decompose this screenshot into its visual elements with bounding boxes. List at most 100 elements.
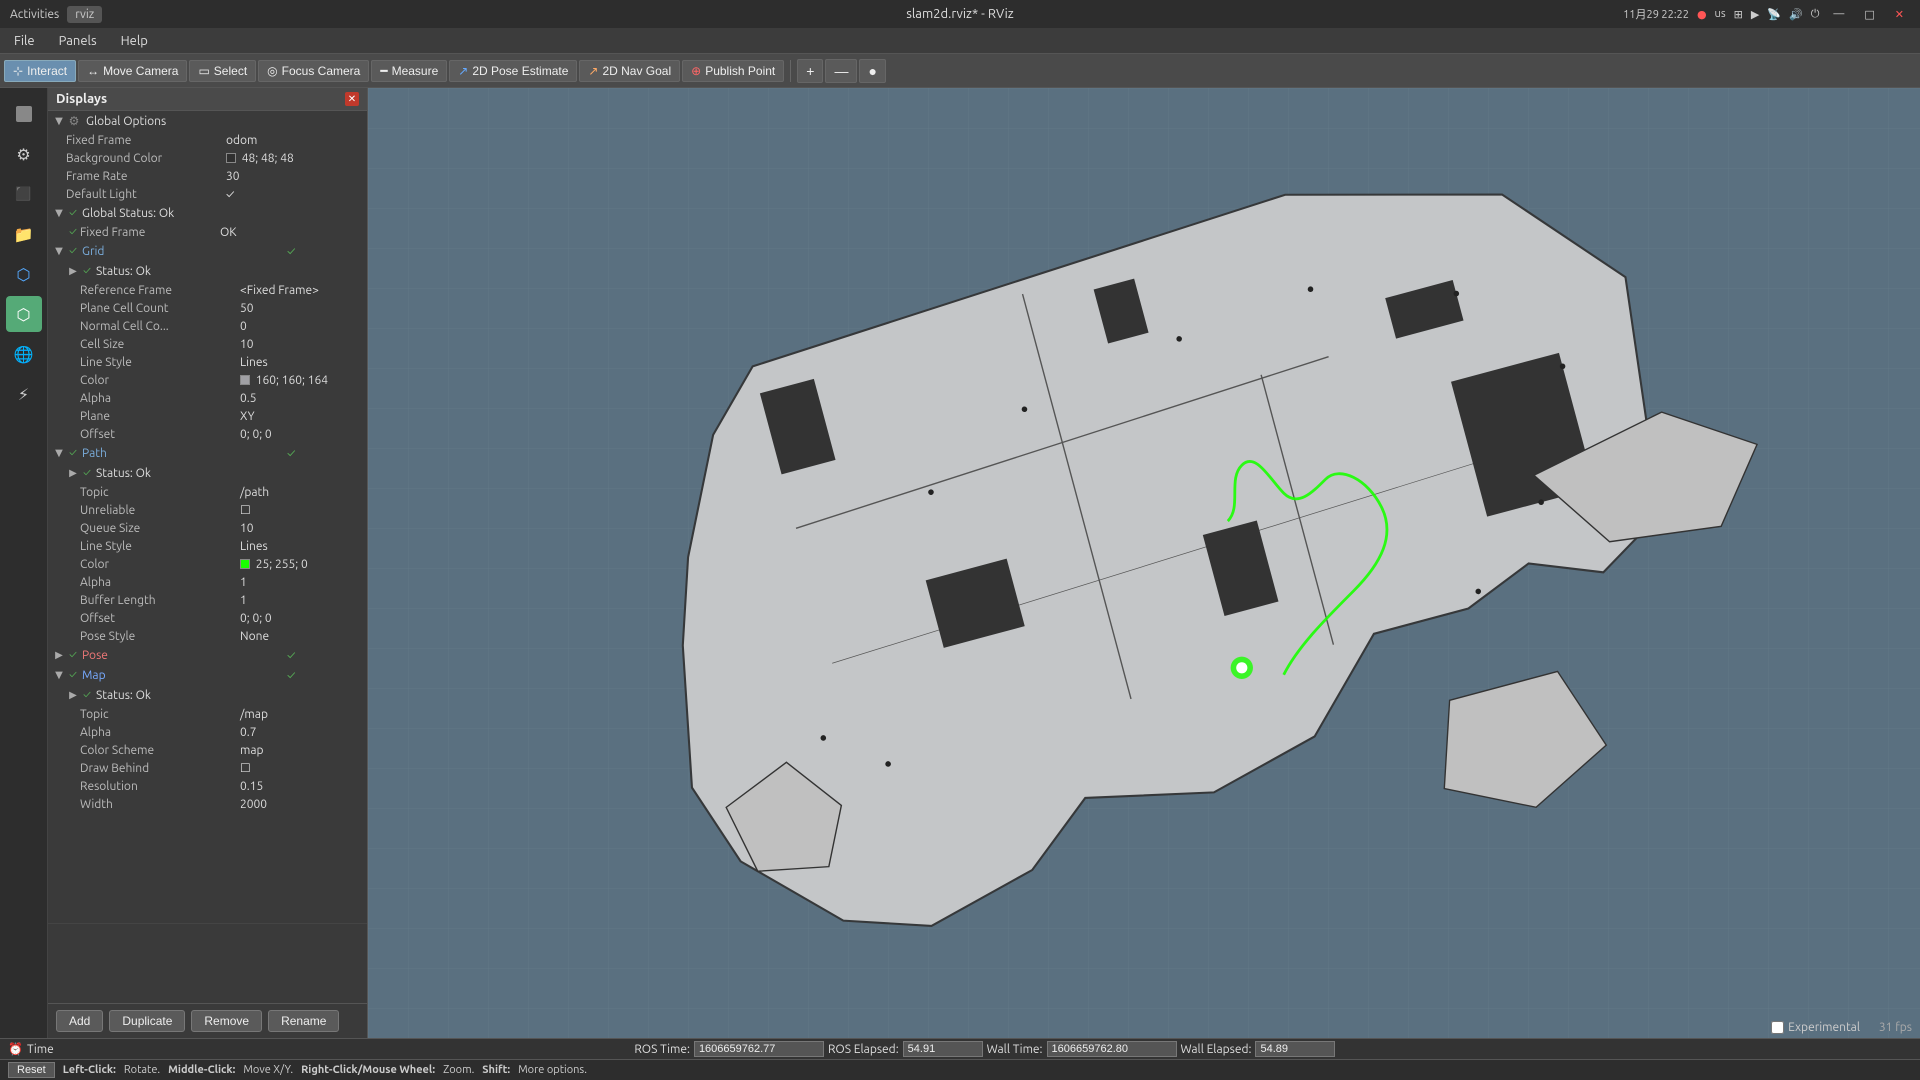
- pose-expand[interactable]: ▶: [52, 649, 66, 661]
- toolbar-publish-point[interactable]: ⊕ Publish Point: [682, 60, 784, 82]
- global-status-expand[interactable]: ▼: [52, 207, 66, 219]
- path-queue-value[interactable]: 10: [240, 522, 367, 535]
- minimize-btn[interactable]: —: [1827, 8, 1850, 20]
- activities-label[interactable]: Activities: [10, 8, 59, 21]
- plane-cell-value[interactable]: 50: [240, 302, 367, 315]
- toolbar-toggle[interactable]: ●: [859, 59, 885, 83]
- frame-rate-value[interactable]: 30: [226, 170, 367, 183]
- bg-color-value[interactable]: 48; 48; 48: [226, 152, 367, 165]
- path-alpha-value[interactable]: 1: [240, 576, 367, 589]
- global-options-row[interactable]: ▼ ⚙ Global Options: [48, 111, 367, 131]
- sidebar-usb[interactable]: ⚡: [6, 376, 42, 412]
- toolbar-focus-camera[interactable]: ◎ Focus Camera: [258, 60, 369, 82]
- menu-help[interactable]: Help: [115, 32, 154, 50]
- sidebar-vscode[interactable]: ⬡: [6, 256, 42, 292]
- grid-color-value[interactable]: 160; 160; 164: [240, 374, 367, 387]
- displays-empty-area: [48, 923, 367, 1003]
- toolbar-2d-pose[interactable]: ↗ 2D Pose Estimate: [449, 60, 577, 82]
- grid-plane-value[interactable]: XY: [240, 410, 367, 423]
- fps-display: 31 fps: [1879, 1021, 1912, 1034]
- ros-elapsed-input[interactable]: [903, 1041, 983, 1057]
- path-unreliable-value[interactable]: ☐: [240, 503, 367, 517]
- map-status-row[interactable]: ▶ ✓ Status: Ok: [48, 685, 367, 705]
- experimental-option[interactable]: Experimental: [1771, 1021, 1860, 1034]
- grid-status-row[interactable]: ▶ ✓ Status: Ok: [48, 261, 367, 281]
- path-buffer-value[interactable]: 1: [240, 594, 367, 607]
- add-button[interactable]: Add: [56, 1010, 103, 1032]
- map-alpha-value[interactable]: 0.7: [240, 726, 367, 739]
- toolbar-add-view[interactable]: +: [797, 59, 823, 83]
- map-expand[interactable]: ▼: [52, 669, 66, 681]
- path-status-expand[interactable]: ▶: [66, 467, 80, 479]
- publish-point-icon: ⊕: [691, 64, 701, 78]
- remove-button[interactable]: Remove: [191, 1010, 262, 1032]
- toolbar-nav-goal[interactable]: ↗ 2D Nav Goal: [579, 60, 680, 82]
- focus-camera-label: Focus Camera: [282, 64, 361, 78]
- wall-time-input[interactable]: [1047, 1041, 1177, 1057]
- toolbar-remove-view[interactable]: —: [825, 59, 857, 83]
- sidebar-gazebo[interactable]: 🌐: [6, 336, 42, 372]
- path-pose-style-value[interactable]: None: [240, 630, 367, 643]
- fixed-frame-value[interactable]: odom: [226, 134, 367, 147]
- grid-value: ✓: [287, 245, 367, 258]
- map-color-scheme-value[interactable]: map: [240, 744, 367, 757]
- path-row[interactable]: ▼ ✓ Path ✓: [48, 443, 367, 463]
- toolbar-measure[interactable]: ━ Measure: [371, 60, 447, 82]
- pose-row[interactable]: ▶ ✓ Pose ✓: [48, 645, 367, 665]
- rviz-indicator[interactable]: rviz: [67, 6, 102, 23]
- 3d-view[interactable]: 31 fps Experimental: [368, 88, 1920, 1038]
- menu-file[interactable]: File: [8, 32, 41, 50]
- menu-panels[interactable]: Panels: [53, 32, 103, 50]
- path-expand[interactable]: ▼: [52, 447, 66, 459]
- grid-row[interactable]: ▼ ✓ Grid ✓: [48, 241, 367, 261]
- experimental-checkbox[interactable]: [1771, 1021, 1784, 1034]
- grid-offset-value[interactable]: 0; 0; 0: [240, 428, 367, 441]
- grid-line-style-value[interactable]: Lines: [240, 356, 367, 369]
- path-color-value[interactable]: 25; 255; 0: [240, 558, 367, 571]
- path-queue-row: Queue Size 10: [48, 519, 367, 537]
- grid-alpha-label: Alpha: [80, 392, 240, 405]
- reset-button[interactable]: Reset: [8, 1062, 55, 1078]
- time-bar: ⏰ Time ROS Time: ROS Elapsed: Wall Time:…: [0, 1039, 1920, 1060]
- path-topic-value[interactable]: /path: [240, 486, 367, 499]
- toolbar-move-camera[interactable]: ↔ Move Camera: [78, 60, 187, 82]
- normal-cell-value[interactable]: 0: [240, 320, 367, 333]
- map-draw-behind-value[interactable]: ☐: [240, 761, 367, 775]
- map-alpha-label: Alpha: [80, 726, 240, 739]
- grid-alpha-value[interactable]: 0.5: [240, 392, 367, 405]
- map-status-label: Status: Ok: [94, 689, 367, 702]
- global-status-row[interactable]: ▼ ✓ Global Status: Ok: [48, 203, 367, 223]
- close-btn[interactable]: ✕: [1889, 8, 1910, 21]
- sidebar-rviz[interactable]: ⬡: [6, 296, 42, 332]
- sidebar-home[interactable]: [6, 96, 42, 132]
- cell-size-value[interactable]: 10: [240, 338, 367, 351]
- default-light-value[interactable]: ✓: [226, 188, 367, 201]
- map-row[interactable]: ▼ ✓ Map ✓: [48, 665, 367, 685]
- grid-check: ✓: [66, 245, 80, 257]
- ros-time-label: ROS Time:: [634, 1043, 690, 1056]
- duplicate-button[interactable]: Duplicate: [109, 1010, 185, 1032]
- displays-tree[interactable]: ▼ ⚙ Global Options Fixed Frame odom Back…: [48, 111, 367, 923]
- ref-frame-value[interactable]: <Fixed Frame>: [240, 284, 367, 297]
- wall-elapsed-input[interactable]: [1255, 1041, 1335, 1057]
- global-options-expand[interactable]: ▼: [52, 115, 66, 127]
- path-offset-label: Offset: [80, 612, 240, 625]
- rename-button[interactable]: Rename: [268, 1010, 339, 1032]
- global-fixed-value: OK: [220, 226, 367, 239]
- global-fixed-label: Fixed Frame: [80, 226, 220, 239]
- path-offset-value[interactable]: 0; 0; 0: [240, 612, 367, 625]
- maximize-btn[interactable]: □: [1858, 8, 1880, 21]
- map-topic-value[interactable]: /map: [240, 708, 367, 721]
- map-status-expand[interactable]: ▶: [66, 689, 80, 701]
- sidebar-settings[interactable]: ⚙: [6, 136, 42, 172]
- path-status-row[interactable]: ▶ ✓ Status: Ok: [48, 463, 367, 483]
- path-line-style-value[interactable]: Lines: [240, 540, 367, 553]
- grid-status-expand[interactable]: ▶: [66, 265, 80, 277]
- sidebar-terminal[interactable]: ⬛: [6, 176, 42, 212]
- ros-time-input[interactable]: [694, 1041, 824, 1057]
- sidebar-folders[interactable]: 📁: [6, 216, 42, 252]
- toolbar-interact[interactable]: ⊹ Interact: [4, 60, 76, 82]
- displays-close-button[interactable]: ✕: [345, 92, 359, 106]
- toolbar-select[interactable]: ▭ Select: [189, 60, 256, 82]
- grid-expand[interactable]: ▼: [52, 245, 66, 257]
